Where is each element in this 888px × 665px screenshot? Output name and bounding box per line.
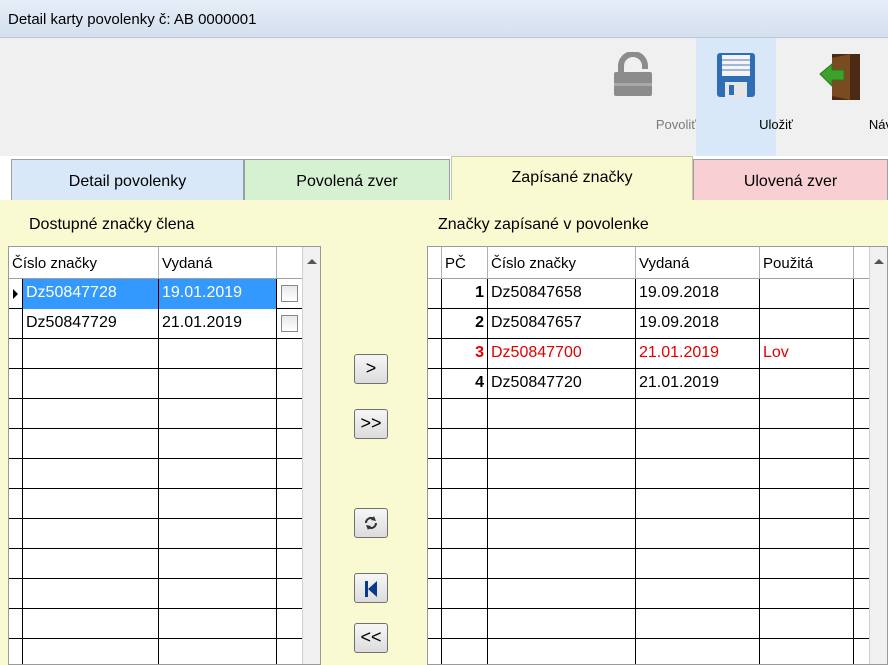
empty-row <box>9 549 320 579</box>
return-all-button[interactable]: << <box>354 623 388 653</box>
vydana-cell[interactable]: 21.01.2019 <box>636 369 760 399</box>
empty-row <box>9 339 320 369</box>
scroll-up-arrow-icon[interactable] <box>874 259 884 264</box>
check-cell <box>277 279 304 309</box>
permit-card-window: Detail karty povolenky č: AB 0000001 Pov… <box>0 0 888 665</box>
row-indicator <box>428 279 442 309</box>
row-checkbox[interactable] <box>281 315 298 332</box>
empty-row <box>428 399 887 429</box>
column-header-vydana[interactable]: Vydaná <box>636 247 760 279</box>
cislo-cell[interactable]: Dz50847657 <box>488 309 636 339</box>
tab-detail-povolenky[interactable]: Detail povolenky <box>11 159 244 200</box>
swap-button[interactable] <box>354 508 388 538</box>
empty-row <box>9 639 320 664</box>
check-cell <box>277 309 304 339</box>
empty-row <box>9 429 320 459</box>
povolit-button[interactable]: Povoliť <box>590 38 696 156</box>
empty-row <box>428 609 887 639</box>
pc-cell: 4 <box>442 369 488 399</box>
pouzita-cell[interactable] <box>760 369 854 399</box>
empty-row <box>428 579 887 609</box>
table-row[interactable]: 4 Dz50847720 21.01.2019 <box>428 369 887 399</box>
go-first-button[interactable] <box>354 573 388 603</box>
cislo-cell[interactable]: Dz50847720 <box>488 369 636 399</box>
pc-cell: 2 <box>442 309 488 339</box>
cislo-cell[interactable]: Dz50847658 <box>488 279 636 309</box>
cislo-cell[interactable]: Dz50847729 <box>23 309 159 339</box>
pc-cell: 3 <box>442 339 488 369</box>
window-title: Detail karty povolenky č: AB 0000001 <box>0 0 888 38</box>
empty-row <box>9 579 320 609</box>
floppy-disk-icon <box>716 52 756 102</box>
grid-header: Číslo značky Vydaná <box>9 247 320 279</box>
navrat-button[interactable]: Návrat <box>794 38 888 156</box>
vydana-cell[interactable]: 19.09.2018 <box>636 309 760 339</box>
grid-header: PČ Číslo značky Vydaná Použitá <box>428 247 887 279</box>
grid-rows: Dz50847728 19.01.2019 Dz50847729 21.01.2… <box>9 279 320 664</box>
exit-door-icon <box>818 52 864 106</box>
table-row[interactable]: 2 Dz50847657 19.09.2018 <box>428 309 887 339</box>
move-selected-button[interactable]: > <box>354 354 388 384</box>
registered-tags-heading: Značky zapísané v povolenke <box>438 216 649 233</box>
vydana-cell[interactable]: 19.01.2019 <box>159 279 277 309</box>
pouzita-cell[interactable] <box>760 279 854 309</box>
available-tags-grid[interactable]: Číslo značky Vydaná Dz50847728 19.01.201… <box>8 246 321 665</box>
empty-row <box>9 369 320 399</box>
table-row[interactable]: Dz50847729 21.01.2019 <box>9 309 320 339</box>
row-indicator <box>428 339 442 369</box>
empty-row <box>428 429 887 459</box>
tab-zapisane-znacky[interactable]: Zapísané značky <box>451 156 693 200</box>
cislo-cell[interactable]: Dz50847728 <box>23 279 159 309</box>
empty-row <box>428 639 887 664</box>
empty-row <box>428 459 887 489</box>
empty-row <box>428 519 887 549</box>
padlock-icon <box>612 51 654 102</box>
tab-povolena-zver[interactable]: Povolená zver <box>244 159 450 200</box>
registered-tags-grid[interactable]: PČ Číslo značky Vydaná Použitá 1 Dz50847… <box>427 246 888 665</box>
pouzita-cell[interactable] <box>760 309 854 339</box>
ulozit-button[interactable]: Uložiť <box>696 38 793 156</box>
empty-row <box>9 609 320 639</box>
empty-row <box>9 459 320 489</box>
vertical-scrollbar[interactable] <box>302 247 320 664</box>
column-header-pc[interactable]: PČ <box>442 247 488 279</box>
pouzita-cell[interactable]: Lov <box>760 339 854 369</box>
column-header-check <box>277 247 304 279</box>
empty-row <box>9 519 320 549</box>
available-tags-heading: Dostupné značky člena <box>29 216 195 233</box>
empty-row <box>9 399 320 429</box>
empty-row <box>428 549 887 579</box>
grid-rows: 1 Dz50847658 19.09.2018 2 Dz50847657 19.… <box>428 279 887 664</box>
cislo-cell[interactable]: Dz50847700 <box>488 339 636 369</box>
vydana-cell[interactable]: 21.01.2019 <box>159 309 277 339</box>
table-row[interactable]: Dz50847728 19.01.2019 <box>9 279 320 309</box>
navrat-label: Návrat <box>868 117 888 132</box>
column-header-vydana[interactable]: Vydaná <box>159 247 277 279</box>
row-indicator <box>428 369 442 399</box>
column-header-cislo[interactable]: Číslo značky <box>9 247 159 279</box>
column-header-pouzita[interactable]: Použitá <box>760 247 854 279</box>
row-checkbox[interactable] <box>281 285 298 302</box>
table-row[interactable]: 3 Dz50847700 21.01.2019 Lov <box>428 339 887 369</box>
row-indicator <box>9 309 23 339</box>
skip-to-first-icon <box>363 581 379 602</box>
empty-row <box>428 489 887 519</box>
column-header-cislo[interactable]: Číslo značky <box>488 247 636 279</box>
current-row-indicator <box>9 279 23 309</box>
pc-cell: 1 <box>442 279 488 309</box>
vydana-cell[interactable]: 21.01.2019 <box>636 339 760 369</box>
row-indicator <box>428 309 442 339</box>
empty-row <box>9 489 320 519</box>
table-row[interactable]: 1 Dz50847658 19.09.2018 <box>428 279 887 309</box>
scroll-up-arrow-icon[interactable] <box>307 259 317 264</box>
vertical-scrollbar[interactable] <box>869 247 887 664</box>
tab-ulovena-zver[interactable]: Ulovená zver <box>693 159 888 200</box>
indicator-header <box>428 247 442 279</box>
vydana-cell[interactable]: 19.09.2018 <box>636 279 760 309</box>
tab-bar: Detail povolenky Povolená zver Zapísané … <box>0 156 888 200</box>
swap-arrows-icon <box>362 516 380 536</box>
move-all-button[interactable]: >> <box>354 409 388 439</box>
toolbar: Povoliť Uložiť Ná <box>0 38 888 156</box>
